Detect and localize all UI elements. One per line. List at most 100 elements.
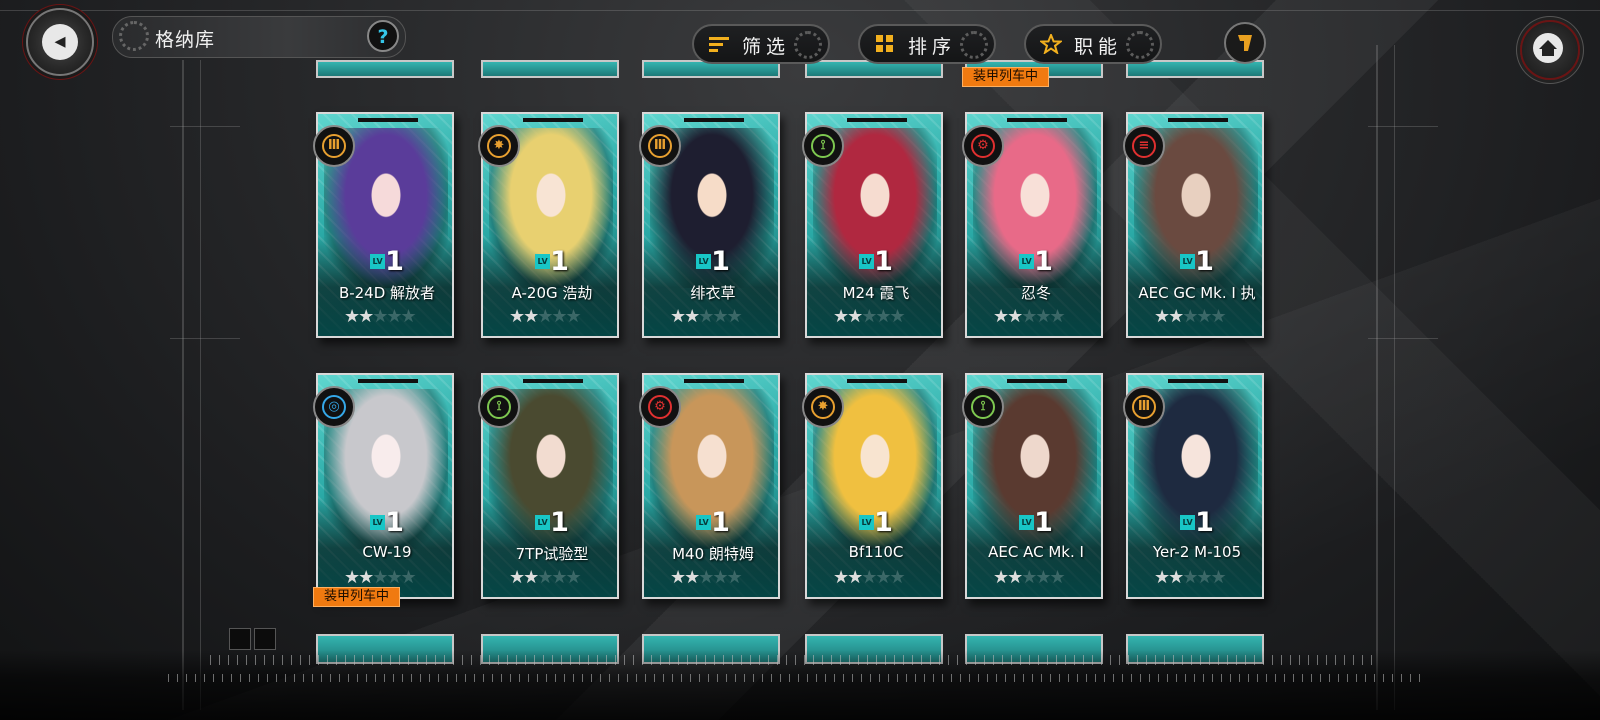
level-value: 1 xyxy=(550,246,569,277)
doll-name: 绯衣草 xyxy=(690,284,736,302)
level-value: 1 xyxy=(1195,246,1214,277)
rarity-stars: ★★★★★ xyxy=(670,306,743,327)
doll-name: B-24D 解放者 xyxy=(338,284,436,302)
title-bar: 格纳库 ? xyxy=(112,16,406,58)
ruler-deco xyxy=(168,674,1428,682)
rarity-stars: ★★★★★ xyxy=(993,567,1066,588)
frame-line xyxy=(0,10,1600,11)
level-row: LV1 xyxy=(1128,507,1262,538)
tank-role-icon: ⟟ xyxy=(962,386,1004,428)
level-row: LV1 xyxy=(483,246,617,277)
doll-name: Yer-2 M-105 xyxy=(1152,543,1242,561)
doll-name: A-20G 浩劫 xyxy=(511,284,593,302)
level-value: 1 xyxy=(711,507,730,538)
tank-role-icon: ⟟ xyxy=(478,386,520,428)
level-badge-icon: LV xyxy=(696,515,712,530)
filter-button[interactable]: 筛选 xyxy=(692,24,830,64)
level-row: LV1 xyxy=(1128,246,1262,277)
home-button[interactable] xyxy=(1520,20,1580,80)
doll-name: Bf110C xyxy=(848,543,904,561)
level-badge-icon: LV xyxy=(370,254,386,269)
card-top-bar xyxy=(1168,379,1228,383)
level-row: LV1 xyxy=(644,507,778,538)
rarity-stars: ★★★★★ xyxy=(1154,306,1227,327)
rarity-stars: ★★★★★ xyxy=(993,306,1066,327)
page-square xyxy=(254,628,276,650)
page-title: 格纳库 xyxy=(155,29,216,51)
card-partial-top[interactable] xyxy=(316,60,454,78)
gear-icon xyxy=(1126,31,1154,59)
level-row: LV1 xyxy=(807,246,941,277)
ruler-deco xyxy=(210,655,1380,665)
card-top-bar xyxy=(1007,118,1067,122)
level-row: LV1 xyxy=(318,507,452,538)
level-value: 1 xyxy=(711,246,730,277)
level-badge-icon: LV xyxy=(535,254,551,269)
frame-line xyxy=(1368,126,1438,127)
level-value: 1 xyxy=(874,246,893,277)
doll-name: AEC GC Mk. I 执 xyxy=(1138,284,1256,302)
level-row: LV1 xyxy=(318,246,452,277)
card-top-bar xyxy=(1168,118,1228,122)
level-badge-icon: LV xyxy=(859,254,875,269)
frame-line xyxy=(1368,338,1438,339)
role-label: 职能 xyxy=(1074,36,1123,58)
sort-button[interactable]: 排序 xyxy=(858,24,996,64)
rarity-stars: ★★★★★ xyxy=(833,567,906,588)
level-badge-icon: LV xyxy=(859,515,875,530)
support-role-icon: ◎ xyxy=(313,386,355,428)
card-top-bar xyxy=(523,379,583,383)
filter-label: 筛选 xyxy=(742,36,791,58)
frame-line xyxy=(1376,45,1378,710)
role-button[interactable]: 职能 xyxy=(1024,24,1162,64)
assault-role-icon: ≡ xyxy=(1123,125,1165,167)
frame-line xyxy=(200,60,201,710)
assault-role-icon: ⚙ xyxy=(639,386,681,428)
level-badge-icon: LV xyxy=(1180,515,1196,530)
gear-icon xyxy=(119,21,149,51)
level-value: 1 xyxy=(550,507,569,538)
back-button[interactable]: ◂ xyxy=(26,8,94,76)
level-value: 1 xyxy=(874,507,893,538)
rarity-stars: ★★★★★ xyxy=(833,306,906,327)
level-value: 1 xyxy=(385,507,404,538)
background-decor xyxy=(0,0,1600,720)
level-badge-icon: LV xyxy=(370,515,386,530)
star-icon xyxy=(1040,34,1062,54)
gear-icon xyxy=(794,31,822,59)
assault-role-icon: ⚙ xyxy=(962,125,1004,167)
attack-role-icon: ✸ xyxy=(478,125,520,167)
rarity-stars: ★★★★★ xyxy=(344,567,417,588)
level-row: LV1 xyxy=(967,246,1101,277)
filter-icon xyxy=(709,37,729,52)
rarity-stars: ★★★★★ xyxy=(344,306,417,327)
level-row: LV1 xyxy=(967,507,1101,538)
card-top-bar xyxy=(358,118,418,122)
card-partial-top[interactable] xyxy=(481,60,619,78)
frame-line xyxy=(1394,45,1395,710)
armored-train-tag: 装甲列车中 xyxy=(962,67,1050,87)
level-badge-icon: LV xyxy=(535,515,551,530)
bomber-role-icon: Ⅲ xyxy=(639,125,681,167)
wrench-icon xyxy=(1238,35,1252,51)
sort-icon xyxy=(876,35,893,52)
level-badge-icon: LV xyxy=(696,254,712,269)
help-button[interactable]: ? xyxy=(367,20,399,52)
rarity-stars: ★★★★★ xyxy=(509,306,582,327)
rarity-stars: ★★★★★ xyxy=(1154,567,1227,588)
gear-icon xyxy=(960,31,988,59)
level-row: LV1 xyxy=(807,507,941,538)
attack-role-icon: ✸ xyxy=(802,386,844,428)
back-arrow-icon: ◂ xyxy=(42,24,78,60)
preset-button[interactable] xyxy=(1224,22,1266,64)
page-square xyxy=(229,628,251,650)
level-value: 1 xyxy=(1034,246,1053,277)
doll-name: AEC AC Mk. I xyxy=(988,543,1084,561)
card-top-bar xyxy=(358,379,418,383)
doll-name: 7TP试验型 xyxy=(515,545,589,563)
doll-name: 忍冬 xyxy=(1020,284,1051,302)
sort-label: 排序 xyxy=(908,36,957,58)
card-top-bar xyxy=(684,118,744,122)
card-top-bar xyxy=(847,379,907,383)
armored-train-tag: 装甲列车中 xyxy=(313,587,401,607)
